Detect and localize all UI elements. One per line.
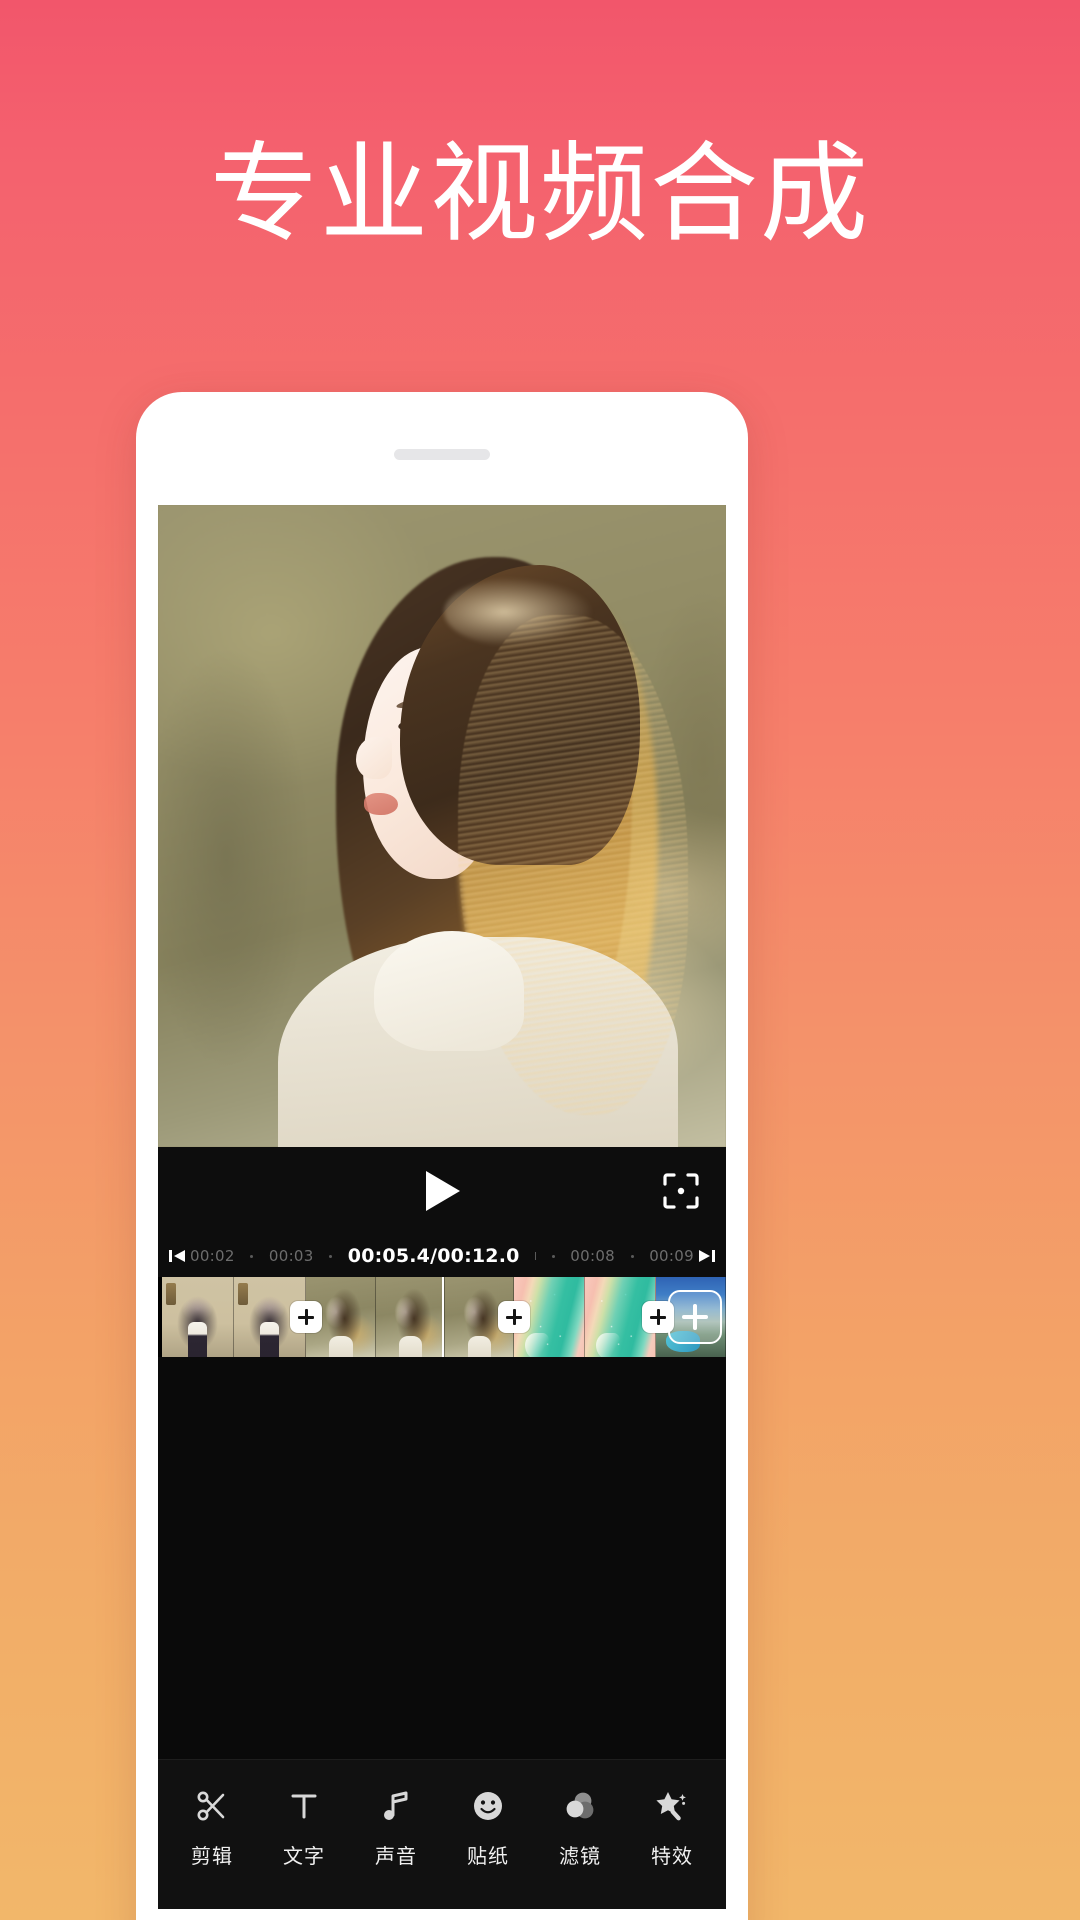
ruler-tick-dot bbox=[630, 1254, 634, 1258]
promo-screen: 专业视频合成 00:02 00:03 00:05.4/00:12.0 00:08… bbox=[0, 0, 1080, 1920]
tool-label: 特效 bbox=[651, 1844, 693, 1868]
timeline-clip[interactable] bbox=[162, 1277, 306, 1357]
tool-label: 文字 bbox=[283, 1844, 325, 1868]
ruler-track[interactable]: 00:02 00:03 00:05.4/00:12.0 00:08 00:09 bbox=[188, 1245, 696, 1267]
tool-text[interactable]: 文字 bbox=[262, 1786, 346, 1869]
add-transition-button[interactable] bbox=[498, 1301, 530, 1333]
tool-sound[interactable]: 声音 bbox=[354, 1786, 438, 1869]
play-icon[interactable] bbox=[421, 1169, 463, 1213]
magic-wand-star-icon bbox=[652, 1786, 692, 1826]
editor-workspace[interactable] bbox=[158, 1357, 726, 1759]
ruler-tick-mark bbox=[535, 1252, 537, 1260]
ruler-tick-label: 00:03 bbox=[268, 1247, 314, 1265]
player-control-bar bbox=[158, 1147, 726, 1235]
music-note-icon bbox=[376, 1786, 416, 1826]
timeline-ruler[interactable]: 00:02 00:03 00:05.4/00:12.0 00:08 00:09 bbox=[158, 1235, 726, 1277]
ruler-tick-label: 00:08 bbox=[570, 1247, 616, 1265]
plus-icon bbox=[298, 1309, 314, 1325]
subject-nose bbox=[356, 737, 392, 779]
clip-frame bbox=[376, 1277, 445, 1357]
tool-label: 滤镜 bbox=[559, 1844, 601, 1868]
text-t-icon bbox=[284, 1786, 324, 1826]
scissors-icon bbox=[192, 1786, 232, 1826]
tool-sticker[interactable]: 贴纸 bbox=[446, 1786, 530, 1869]
add-transition-button[interactable] bbox=[290, 1301, 322, 1333]
ruler-tick-label: 00:02 bbox=[190, 1247, 235, 1265]
phone-mockup: 00:02 00:03 00:05.4/00:12.0 00:08 00:09 bbox=[136, 392, 748, 1920]
skip-next-icon[interactable] bbox=[696, 1245, 718, 1267]
filter-circles-icon bbox=[560, 1786, 600, 1826]
ruler-tick-dot bbox=[329, 1254, 333, 1258]
tool-label: 剪辑 bbox=[191, 1844, 233, 1868]
app-screen: 00:02 00:03 00:05.4/00:12.0 00:08 00:09 bbox=[158, 505, 726, 1909]
ruler-tick-label: 00:09 bbox=[649, 1247, 694, 1265]
page-title: 专业视频合成 bbox=[209, 132, 870, 257]
preview-subject bbox=[158, 505, 726, 1147]
editor-toolbar: 剪辑 文字 声音 贴纸 滤镜 特效 bbox=[158, 1759, 726, 1909]
speaker-grille bbox=[394, 449, 490, 460]
subject-scarf bbox=[374, 931, 524, 1051]
plus-icon bbox=[650, 1309, 666, 1325]
timeline-clip[interactable] bbox=[514, 1277, 656, 1357]
plus-icon bbox=[682, 1304, 708, 1330]
crop-frame-icon[interactable] bbox=[658, 1168, 704, 1214]
add-clip-button[interactable] bbox=[668, 1290, 722, 1344]
timeline-clip[interactable] bbox=[306, 1277, 514, 1357]
ruler-tick-dot bbox=[551, 1254, 555, 1258]
tool-label: 声音 bbox=[375, 1844, 417, 1868]
ruler-tick-dot bbox=[250, 1254, 254, 1258]
tool-label: 贴纸 bbox=[467, 1844, 509, 1868]
subject-lips bbox=[364, 793, 398, 815]
smiley-sticker-icon bbox=[468, 1786, 508, 1826]
plus-icon bbox=[506, 1309, 522, 1325]
video-preview[interactable] bbox=[158, 505, 726, 1147]
tool-effects[interactable]: 特效 bbox=[630, 1786, 714, 1869]
tool-clip[interactable]: 剪辑 bbox=[170, 1786, 254, 1869]
current-time-display: 00:05.4/00:12.0 bbox=[347, 1245, 520, 1267]
skip-previous-icon[interactable] bbox=[166, 1245, 188, 1267]
clip-frame bbox=[162, 1277, 234, 1357]
timeline-filmstrip[interactable] bbox=[158, 1277, 726, 1357]
tool-filter[interactable]: 滤镜 bbox=[538, 1786, 622, 1869]
